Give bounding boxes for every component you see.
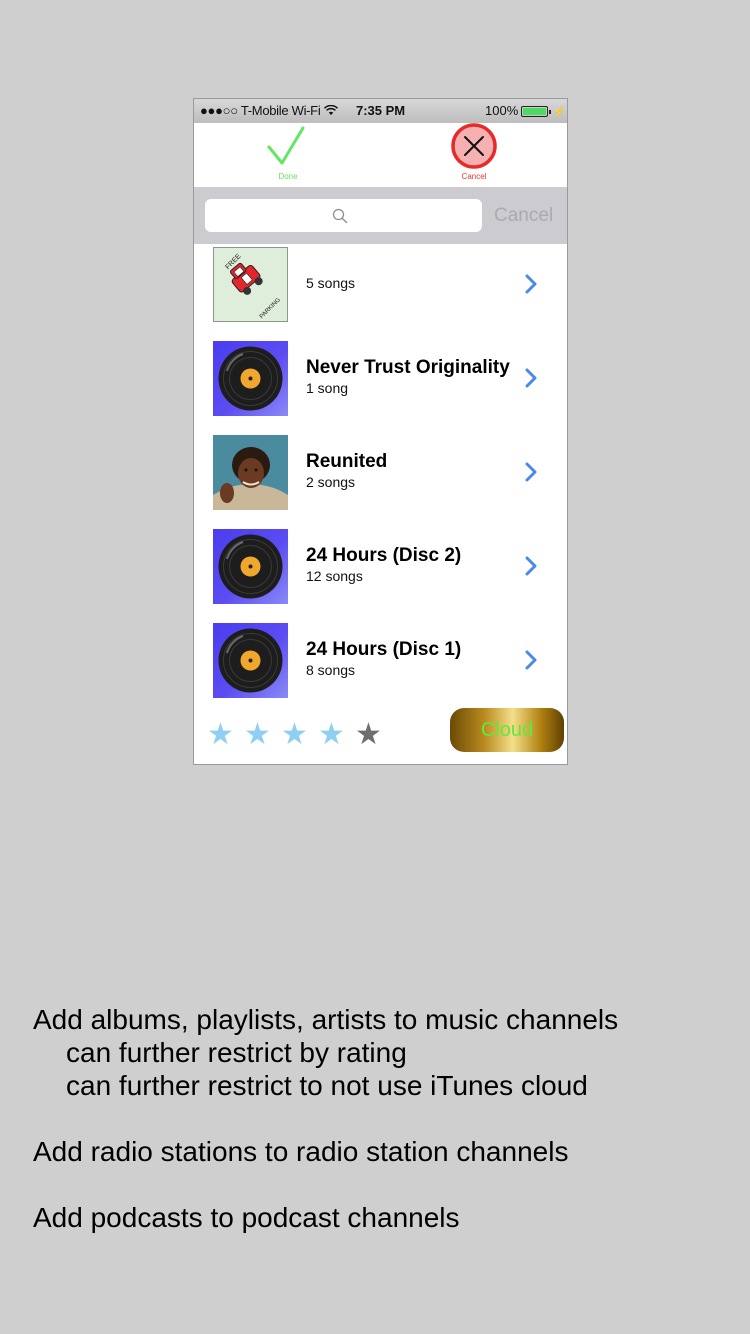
status-time: 7:35 PM bbox=[356, 103, 406, 118]
wifi-icon bbox=[323, 104, 338, 115]
description-notes: Add albums, playlists, artists to music … bbox=[33, 1003, 733, 1234]
chevron-right-icon bbox=[525, 556, 537, 576]
list-item[interactable]: FREE PARKING 5 songs bbox=[194, 244, 567, 331]
note-line: Add radio stations to radio station chan… bbox=[33, 1136, 569, 1167]
rating-star-5[interactable]: ★ bbox=[355, 720, 382, 750]
status-bar: ●●●○○ T-Mobile Wi-Fi 7:35 PM 100% ⚡ bbox=[194, 99, 567, 123]
phone-screen: ●●●○○ T-Mobile Wi-Fi 7:35 PM 100% ⚡ Done … bbox=[193, 98, 568, 765]
album-song-count: 12 songs bbox=[306, 568, 363, 584]
svg-text:PARKING: PARKING bbox=[259, 297, 282, 320]
album-list[interactable]: FREE PARKING 5 songs Never Trust Origina… bbox=[194, 244, 567, 706]
list-item[interactable]: 24 Hours (Disc 2) 12 songs bbox=[194, 519, 567, 613]
search-cancel-button[interactable]: Cancel bbox=[494, 205, 553, 227]
vinyl-record-art bbox=[213, 341, 288, 416]
album-title: Never Trust Originality bbox=[306, 357, 510, 378]
album-song-count: 5 songs bbox=[306, 275, 356, 291]
top-toolbar: Done Cancel bbox=[194, 123, 567, 187]
search-input[interactable] bbox=[205, 199, 482, 232]
search-icon bbox=[332, 208, 348, 224]
album-song-count: 2 songs bbox=[306, 474, 356, 490]
cloud-toggle-button[interactable]: Cloud bbox=[450, 708, 564, 752]
vinyl-record-art bbox=[213, 623, 288, 698]
battery-icon bbox=[521, 106, 552, 117]
note-line: Add albums, playlists, artists to music … bbox=[33, 1004, 619, 1035]
photo-art bbox=[213, 435, 288, 510]
cancel-label: Cancel bbox=[461, 172, 487, 181]
done-label: Done bbox=[278, 172, 298, 181]
album-title: Reunited bbox=[306, 451, 388, 472]
search-bar: Cancel bbox=[194, 187, 567, 244]
list-item[interactable]: Never Trust Originality 1 song bbox=[194, 331, 567, 425]
note-line: can further restrict by rating bbox=[66, 1037, 407, 1068]
rating-star-4[interactable]: ★ bbox=[318, 720, 345, 750]
battery-status: 100% ⚡ bbox=[485, 103, 566, 118]
vinyl-record-art bbox=[213, 529, 288, 604]
rating-star-3[interactable]: ★ bbox=[281, 720, 308, 750]
done-button[interactable]: Done bbox=[258, 123, 318, 183]
album-title: 24 Hours (Disc 1) bbox=[306, 639, 462, 660]
chevron-right-icon bbox=[525, 462, 537, 482]
album-song-count: 8 songs bbox=[306, 662, 356, 678]
rating-star-2[interactable]: ★ bbox=[244, 720, 271, 750]
album-title: 24 Hours (Disc 2) bbox=[306, 545, 462, 566]
list-item[interactable]: 24 Hours (Disc 1) 8 songs bbox=[194, 613, 567, 706]
carrier-signal: ●●●○○ T-Mobile Wi-Fi bbox=[200, 103, 338, 118]
chevron-right-icon bbox=[525, 368, 537, 388]
rating-star-1[interactable]: ★ bbox=[207, 720, 234, 750]
free-parking-art: FREE PARKING bbox=[213, 247, 288, 322]
note-line: can further restrict to not use iTunes c… bbox=[66, 1070, 588, 1101]
charging-bolt-icon: ⚡ bbox=[553, 107, 566, 118]
chevron-right-icon bbox=[525, 274, 537, 294]
chevron-right-icon bbox=[525, 650, 537, 670]
note-line: Add podcasts to podcast channels bbox=[33, 1202, 460, 1233]
checkmark-icon bbox=[267, 126, 305, 165]
close-icon bbox=[451, 123, 497, 169]
cancel-button[interactable]: Cancel bbox=[444, 123, 504, 183]
album-song-count: 1 song bbox=[306, 380, 349, 396]
footer-bar: ★ ★ ★ ★ ★ Cloud bbox=[194, 706, 567, 764]
list-item[interactable]: Reunited 2 songs bbox=[194, 425, 567, 519]
